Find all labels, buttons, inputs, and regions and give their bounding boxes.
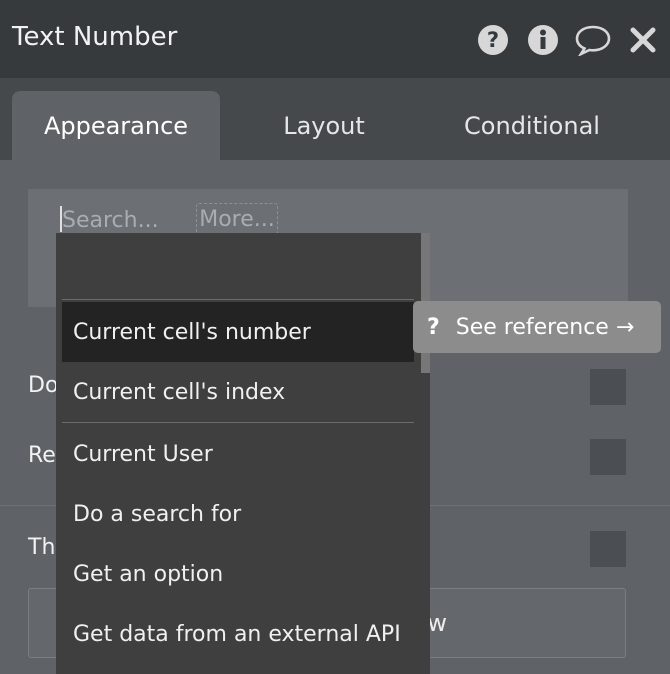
option-row-label: Th bbox=[28, 535, 56, 560]
tab-appearance[interactable]: Appearance bbox=[12, 91, 220, 160]
dropdown-item-current-cells-index[interactable]: Current cell's index bbox=[62, 362, 414, 422]
dropdown-item-current-cells-number[interactable]: Current cell's number bbox=[62, 302, 414, 362]
option-row-label: Do bbox=[28, 373, 59, 398]
question-mark-icon: ? bbox=[427, 314, 440, 340]
text-cursor bbox=[60, 206, 62, 232]
close-icon[interactable] bbox=[628, 24, 658, 56]
editor-header: Text Number ? bbox=[0, 0, 670, 78]
tab-conditional[interactable]: Conditional bbox=[430, 91, 634, 160]
element-title: Text Number bbox=[12, 22, 178, 52]
option-checkbox[interactable] bbox=[590, 369, 626, 405]
dropdown-item-current-user[interactable]: Current User bbox=[62, 424, 414, 484]
comment-icon[interactable] bbox=[574, 24, 612, 56]
option-row-label: Re bbox=[28, 443, 56, 468]
panel-action-button-label: w bbox=[427, 609, 447, 637]
option-checkbox[interactable] bbox=[590, 439, 626, 475]
svg-text:?: ? bbox=[487, 28, 499, 52]
dropdown-item-get-data-from-external-api[interactable]: Get data from an external API bbox=[62, 604, 414, 664]
option-checkbox[interactable] bbox=[590, 531, 626, 567]
dropdown-separator bbox=[62, 422, 414, 423]
tab-bar: Appearance Layout Conditional bbox=[0, 78, 670, 160]
dropdown-item-do-a-search-for[interactable]: Do a search for bbox=[62, 484, 414, 544]
see-reference-link[interactable]: See reference → bbox=[456, 315, 635, 340]
tab-layout[interactable]: Layout bbox=[230, 91, 418, 160]
more-button[interactable]: More... bbox=[196, 203, 278, 235]
dropdown-separator bbox=[62, 299, 414, 300]
see-reference-tooltip[interactable]: ? See reference → bbox=[413, 301, 661, 353]
info-icon[interactable] bbox=[527, 24, 559, 56]
search-input[interactable]: Search... bbox=[60, 203, 194, 237]
dropdown-item-get-an-option[interactable]: Get an option bbox=[62, 544, 414, 604]
help-icon[interactable]: ? bbox=[477, 24, 509, 56]
